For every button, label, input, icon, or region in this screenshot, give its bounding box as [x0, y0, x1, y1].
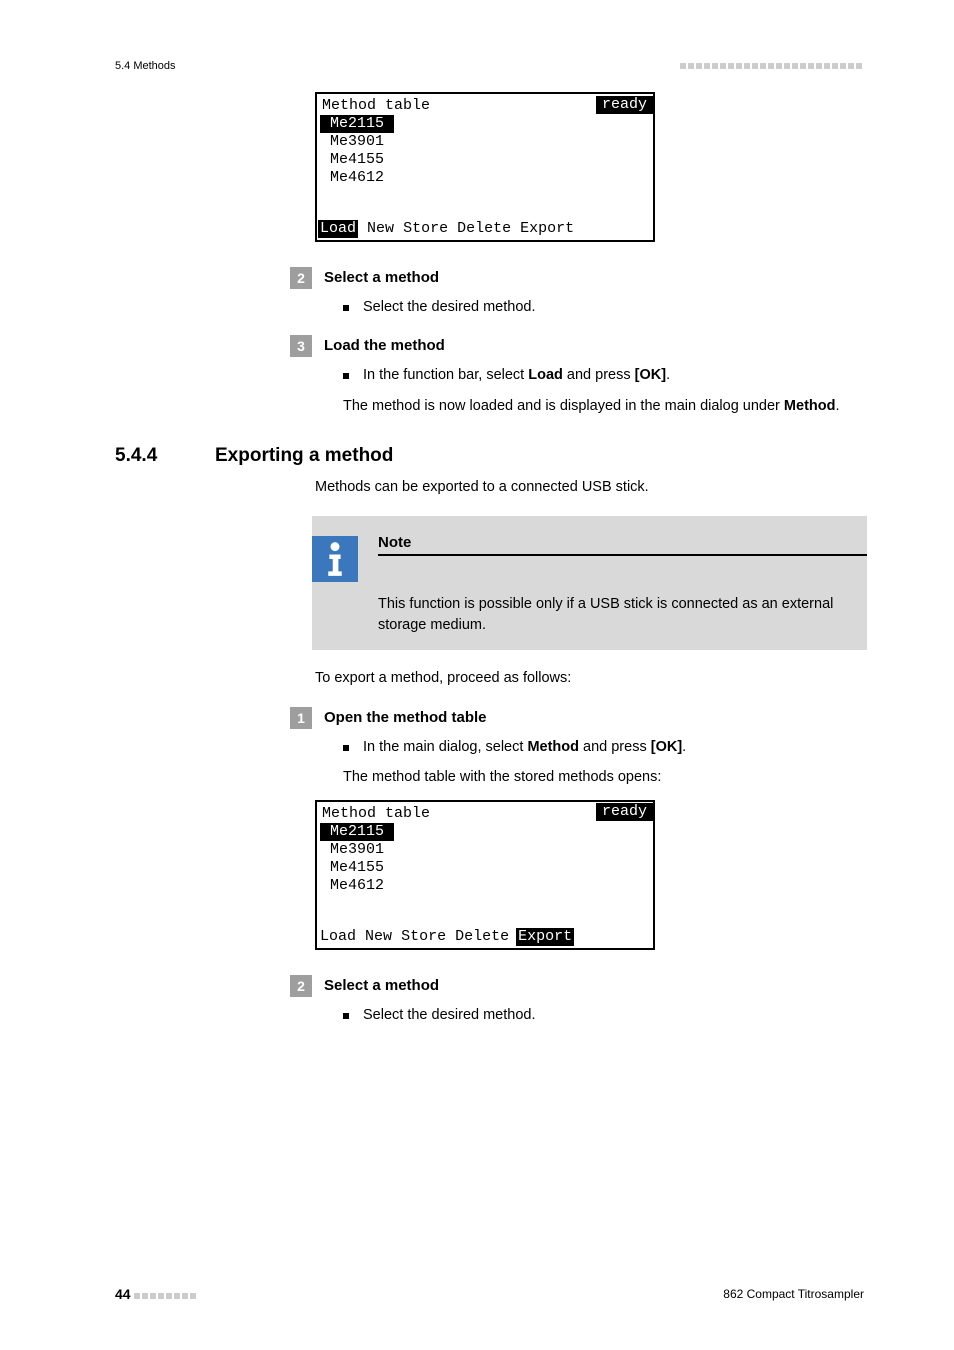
step-1b-header: 1 Open the method table — [290, 707, 864, 729]
section-5-4-4-header: 5.4.4 Exporting a method — [115, 445, 864, 467]
step-2-header: 2 Select a method — [290, 267, 864, 289]
step-2-title: Select a method — [324, 267, 439, 286]
section-number: 5.4.4 — [115, 445, 205, 467]
lcd2-func-export: Export — [516, 928, 574, 946]
step-1b-bullet-text: In the main dialog, select Method and pr… — [363, 737, 686, 757]
lcd2-status: ready — [596, 803, 653, 821]
lcd1-func-delete: Delete — [457, 220, 511, 238]
step-3-bullet-text: In the function bar, select Load and pre… — [363, 365, 670, 385]
step-1b-bullet: In the main dialog, select Method and pr… — [343, 737, 864, 757]
note-title: Note — [378, 534, 867, 551]
footer-doc-title: 862 Compact Titrosampler — [723, 1287, 864, 1301]
step-2-bullet-text: Select the desired method. — [363, 297, 536, 317]
step-3-title: Load the method — [324, 335, 445, 354]
bullet-icon — [343, 305, 349, 311]
bullet-icon — [343, 745, 349, 751]
step-2b-bullet-text: Select the desired method. — [363, 1005, 536, 1025]
lcd2-item-2: Me4155 — [320, 859, 384, 876]
lcd2-func-load: Load — [320, 928, 356, 946]
lcd1-item-3: Me4612 — [320, 169, 384, 186]
lcd1-status: ready — [596, 96, 653, 114]
lcd1-item-2: Me4155 — [320, 151, 384, 168]
header-left-text: 5.4 Methods — [115, 60, 176, 72]
step-1b-body: The method table with the stored methods… — [343, 767, 864, 788]
lcd1-func-load: Load — [318, 220, 358, 238]
bullet-icon — [343, 1013, 349, 1019]
section-title: Exporting a method — [215, 445, 393, 467]
step-1b-number: 1 — [290, 707, 312, 729]
lcd-method-table-2: Method table ready Me2115 Me3901 Me4155 … — [315, 800, 655, 950]
step-3-number: 3 — [290, 335, 312, 357]
header-decoration — [680, 60, 864, 72]
lcd1-func-export: Export — [520, 220, 574, 238]
step-2b-number: 2 — [290, 975, 312, 997]
note-body: This function is possible only if a USB … — [378, 594, 867, 636]
lcd2-title: Method table — [320, 805, 430, 823]
lcd1-func-new: New — [367, 220, 394, 238]
lcd2-func-new: New — [365, 928, 392, 946]
lcd1-item-1: Me3901 — [320, 133, 384, 150]
lcd-method-table-1: Method table ready Me2115 Me3901 Me4155 … — [315, 92, 655, 242]
lcd2-item-0: Me2115 — [320, 823, 394, 841]
lcd2-item-1: Me3901 — [320, 841, 384, 858]
lcd2-func-store: Store — [401, 928, 446, 946]
page-footer: 44 862 Compact Titrosampler — [115, 1286, 864, 1302]
lcd1-func-store: Store — [403, 220, 448, 238]
step-3-header: 3 Load the method — [290, 335, 864, 357]
lcd2-item-3: Me4612 — [320, 877, 384, 894]
lcd2-funcbar: Load New Store Delete Export — [320, 928, 650, 946]
step-2-bullet: Select the desired method. — [343, 297, 864, 317]
step-3-bullet: In the function bar, select Load and pre… — [343, 365, 864, 385]
lcd1-funcbar: Load New Store Delete Export — [320, 220, 650, 238]
step-2b-header: 2 Select a method — [290, 975, 864, 997]
footer-page-number: 44 — [115, 1286, 131, 1302]
step-2-number: 2 — [290, 267, 312, 289]
note-callout: Note This function is possible only if a… — [312, 516, 867, 650]
bullet-icon — [343, 373, 349, 379]
step-2b-bullet: Select the desired method. — [343, 1005, 864, 1025]
lcd1-item-0: Me2115 — [320, 115, 394, 133]
section-intro: Methods can be exported to a connected U… — [315, 477, 864, 498]
lcd2-func-delete: Delete — [455, 928, 509, 946]
step-3-body: The method is now loaded and is displaye… — [343, 396, 864, 417]
note-underline — [378, 554, 867, 556]
footer-decoration — [134, 1288, 198, 1302]
export-intro: To export a method, proceed as follows: — [315, 668, 864, 689]
step-2b-title: Select a method — [324, 975, 439, 994]
step-1b-title: Open the method table — [324, 707, 487, 726]
lcd1-title: Method table — [320, 97, 430, 115]
info-icon — [312, 536, 358, 582]
